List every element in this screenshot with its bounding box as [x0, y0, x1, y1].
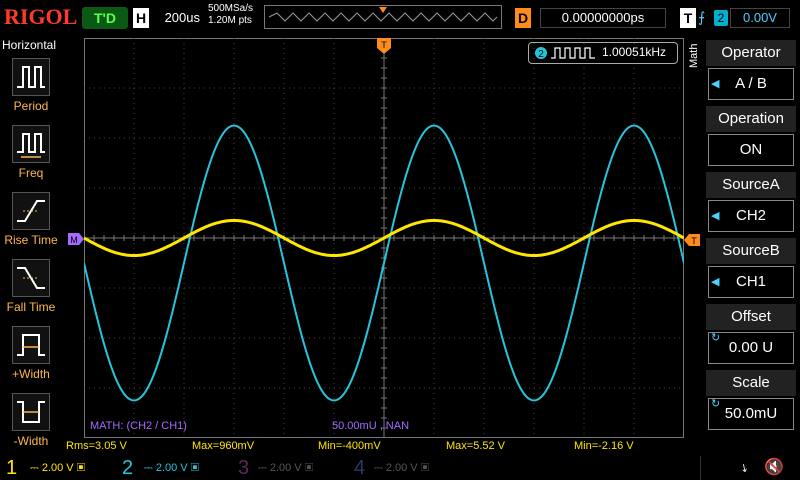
rigol-logo: RIGOL [4, 4, 78, 29]
delay-badge: D [515, 8, 531, 28]
offset-value[interactable]: 0.00 U [708, 332, 794, 364]
measurement-max-ch2: Max=5.52 V [446, 440, 506, 452]
waveform-display[interactable] [84, 38, 684, 438]
sourceb-arrow-icon: ◀ [711, 276, 720, 288]
sourceb-select[interactable]: CH1 [708, 266, 794, 298]
ch3-scale[interactable]: ⎓ 2.00 V ▣ [258, 461, 313, 475]
operation-toggle[interactable]: ON [708, 134, 794, 166]
run-state-badge[interactable]: T'D [82, 7, 128, 29]
freq-button[interactable] [12, 125, 50, 163]
sourcea-title: SourceA [706, 172, 796, 198]
horizontal-menu-title: Horizontal [2, 38, 57, 52]
sourceb-title: SourceB [706, 238, 796, 264]
fall-time-button[interactable] [12, 259, 50, 297]
rise-time-button[interactable] [12, 192, 50, 230]
ch2-scale[interactable]: ⎓ 2.00 V ▣ [144, 461, 199, 475]
operator-title: Operator [706, 40, 796, 66]
measurement-min-ch2: Min=-2.16 V [574, 440, 634, 452]
trigger-source: 2 [714, 10, 728, 26]
memory-overview-waveform [268, 7, 498, 22]
delay-value[interactable]: 0.00000000ps [540, 8, 666, 28]
trigger-level[interactable]: 0.00V [730, 8, 790, 28]
freq-label: Freq [18, 166, 44, 180]
speaker-muted-icon[interactable]: 🔇 [764, 457, 784, 477]
neg-width-label: -Width [13, 434, 49, 448]
trigger-level-marker[interactable]: T [684, 234, 700, 246]
svg-text:T: T [691, 236, 697, 246]
memory-depth: 1.20M pts [208, 15, 252, 26]
svg-text:T: T [381, 40, 387, 50]
timebase-value[interactable]: 200us [152, 8, 200, 28]
operator-arrow-icon: ◀ [711, 78, 720, 90]
sourcea-select[interactable]: CH2 [708, 200, 794, 232]
period-label: Period [13, 99, 49, 113]
period-icon [17, 66, 45, 88]
ch4-number[interactable]: 4 [354, 456, 365, 480]
svg-text:M: M [70, 235, 78, 245]
operation-title: Operation [706, 106, 796, 132]
measurement-min-ch1: Min=-400mV [318, 440, 381, 452]
pos-width-label: +Width [12, 367, 50, 381]
sourcea-arrow-icon: ◀ [711, 210, 720, 222]
scale-value[interactable]: 50.0mU [708, 398, 794, 430]
rise-time-label: Rise Time [4, 233, 58, 247]
math-ref-marker[interactable]: M [68, 233, 84, 245]
ch3-number[interactable]: 3 [238, 456, 249, 480]
usb-icon: ⭏ [742, 459, 748, 476]
ch4-coupling-icon: ▣ [420, 462, 430, 474]
period-button[interactable] [12, 58, 50, 96]
ch1-coupling-icon: ▣ [76, 462, 86, 474]
freq-icon [17, 133, 45, 158]
ch4-scale[interactable]: ⎓ 2.00 V ▣ [374, 461, 429, 475]
fall-time-label: Fall Time [6, 300, 56, 314]
memory-trigger-marker [379, 7, 387, 13]
square-wave-icon: 2 [535, 47, 595, 60]
offset-knob-icon: ↻ [711, 332, 721, 344]
frequency-value: 1.00051kHz [602, 45, 667, 59]
pos-width-button[interactable] [12, 326, 50, 364]
measurement-rms: Rms=3.05 V [66, 440, 127, 452]
operator-select[interactable]: A / B [708, 68, 794, 100]
ch1-number[interactable]: 1 [6, 456, 17, 480]
neg-width-button[interactable] [12, 393, 50, 431]
ch1-scale[interactable]: ⎓ 2.00 V ▣ [30, 461, 85, 475]
math-scale-label: 50.00mU , NAN [332, 420, 410, 432]
fall-time-icon [17, 267, 45, 289]
pos-width-icon [17, 334, 45, 356]
trigger-position-marker[interactable]: T [377, 38, 391, 54]
rise-time-icon [17, 200, 45, 222]
ch2-coupling-icon: ▣ [190, 462, 200, 474]
rising-edge-icon: ⨍ [698, 9, 706, 25]
horizontal-badge: H [133, 8, 149, 28]
ch2-number[interactable]: 2 [122, 456, 133, 480]
notification-area [700, 456, 747, 480]
scale-knob-icon: ↻ [711, 398, 721, 410]
math-expression-label: MATH: (CH2 / CH1) [90, 420, 187, 432]
memory-overview-bar[interactable] [264, 5, 502, 29]
measurement-max-ch1: Max=960mV [192, 440, 255, 452]
neg-width-icon [17, 401, 45, 423]
svg-text:2: 2 [538, 49, 544, 60]
ch3-coupling-icon: ▣ [304, 462, 314, 474]
scale-title: Scale [706, 370, 796, 396]
offset-title: Offset [706, 304, 796, 330]
trigger-badge: T [680, 8, 696, 28]
math-menu-side-label: Math [688, 43, 700, 68]
sample-rate: 500MSa/s [208, 3, 254, 14]
